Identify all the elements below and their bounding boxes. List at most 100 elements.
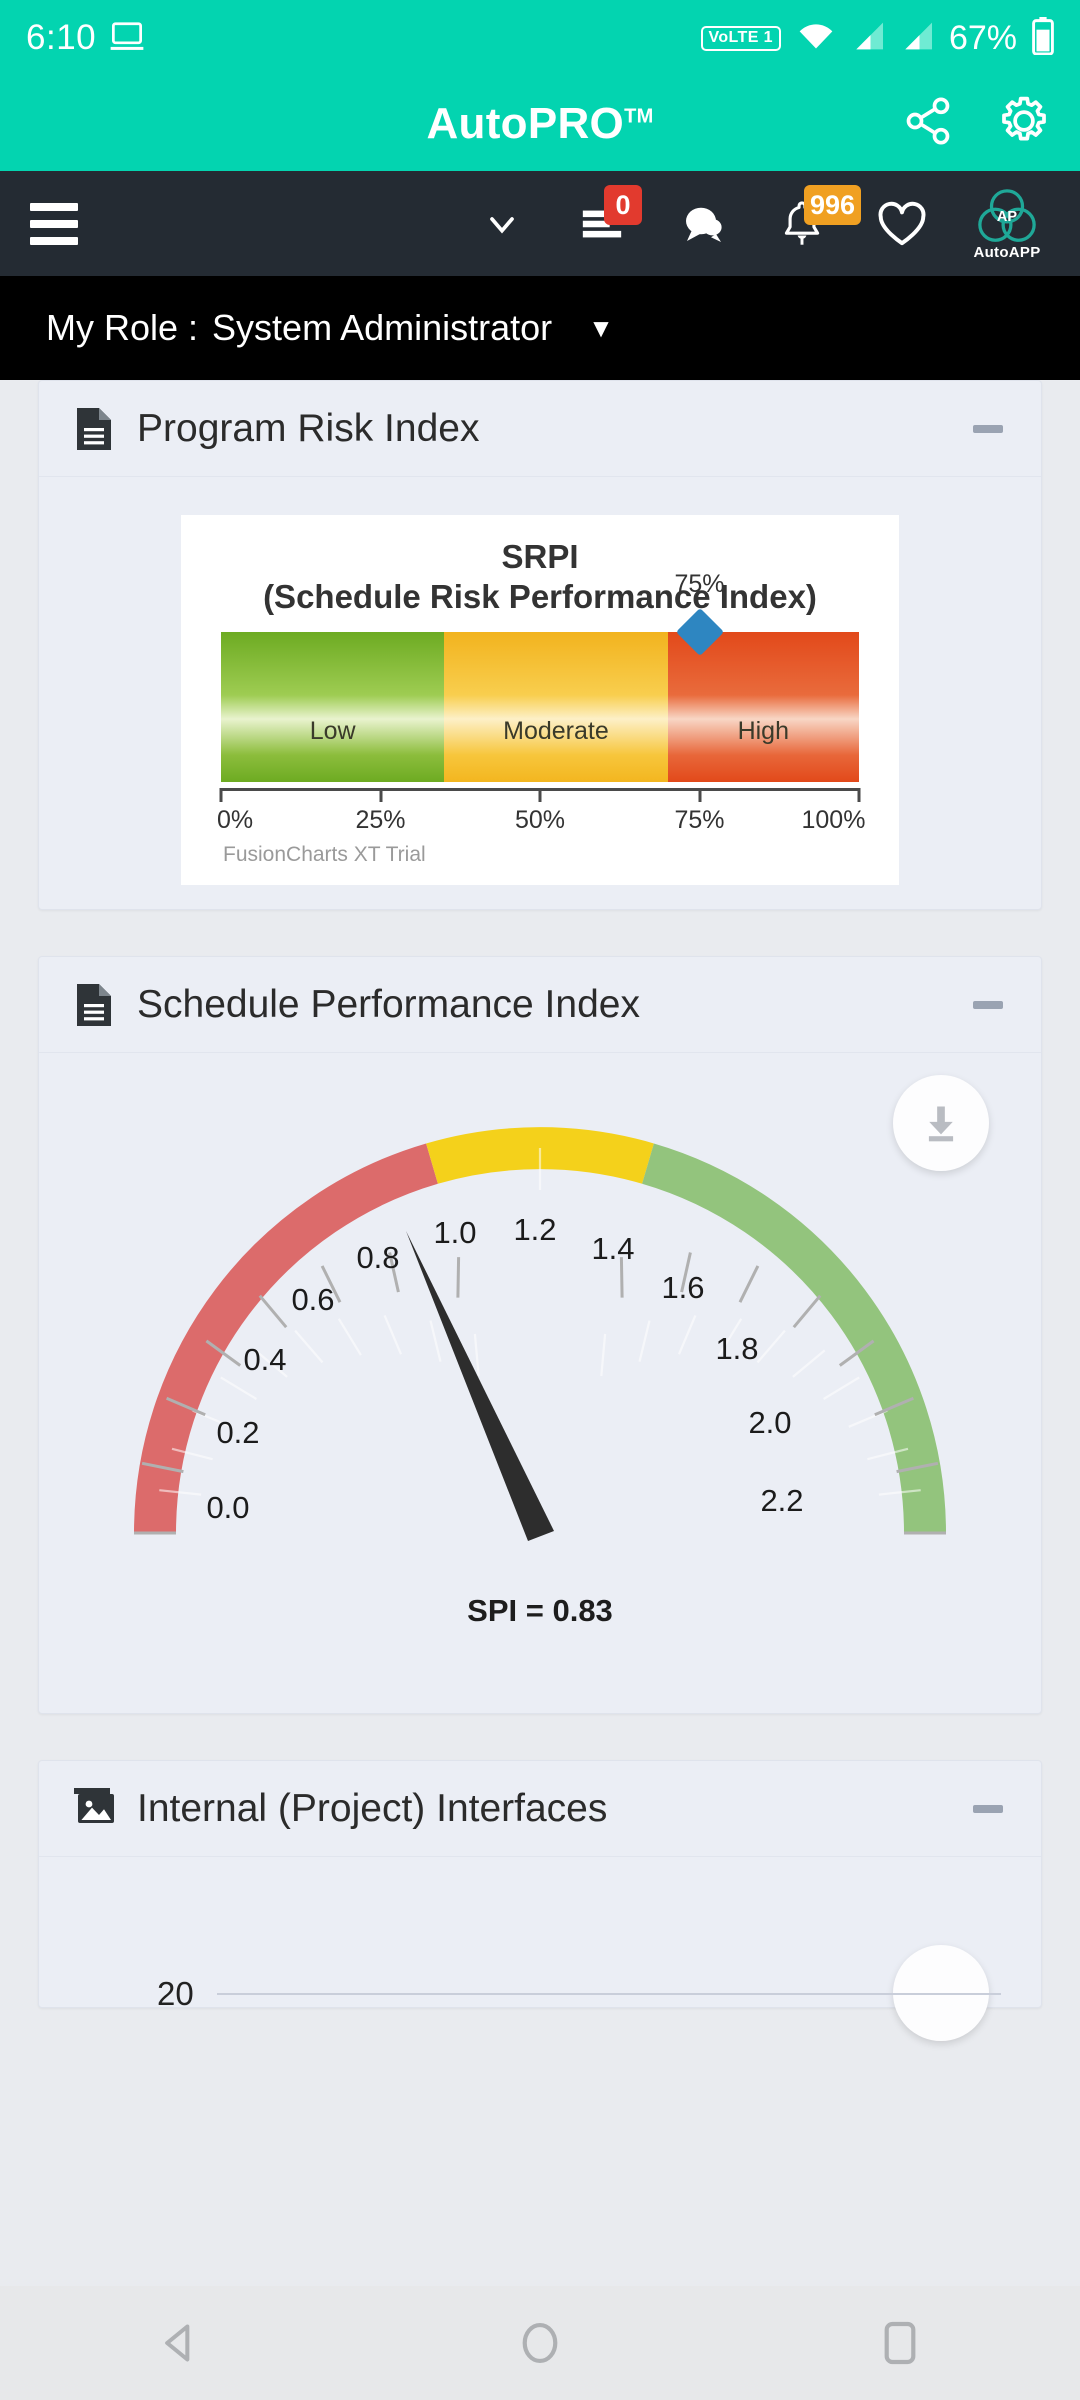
collapse-toggle-button[interactable] (973, 424, 1003, 433)
gauge-needle (406, 1231, 554, 1541)
srpi-axis: 0% 25% 50% 75% 100% (217, 782, 865, 846)
card-body: 20 (39, 1857, 1041, 2041)
image-icon (73, 1786, 115, 1832)
gauge-tick-label: 2.0 (748, 1405, 791, 1440)
srpi-band-area: Low Moderate High 75% (221, 570, 859, 782)
card-body: 0.0 0.2 0.4 0.6 0.8 1.0 1.2 1.4 1.6 1.8 … (39, 1053, 1041, 1713)
srpi-title-line1: SRPI (501, 538, 579, 575)
srpi-band-moderate: Moderate (444, 631, 668, 782)
hamburger-line (30, 202, 78, 211)
srpi-band-high: High (667, 631, 859, 782)
gauge-minor-ticks (159, 1148, 921, 1496)
role-selector[interactable]: My Role : System Administrator ▼ (0, 276, 1080, 380)
srpi-axis-tick (379, 787, 382, 802)
volte-badge: VoLTE 1 (700, 25, 781, 51)
share-icon[interactable] (902, 95, 954, 152)
srpi-band-low: Low (221, 631, 445, 782)
status-bar: 6:10 VoLTE 1 67% (0, 0, 1080, 76)
hamburger-line (30, 236, 78, 245)
srpi-axis-tick (219, 787, 223, 802)
srpi-axis-tick (698, 787, 701, 802)
srpi-axis-label: 50% (514, 805, 566, 834)
role-value: System Administrator (212, 307, 553, 348)
bell-icon[interactable]: 996 (752, 171, 862, 276)
document-icon (73, 982, 115, 1028)
card-header: Program Risk Index (39, 381, 1041, 477)
gauge-bands (134, 1127, 946, 1534)
task-list-icon[interactable]: 0 (552, 171, 652, 276)
signal-bars-icon (900, 21, 934, 56)
back-triangle-icon[interactable] (90, 2286, 270, 2400)
collapse-toggle-button[interactable] (973, 1000, 1003, 1009)
card-internal-project-interfaces: Internal (Project) Interfaces 20 (38, 1760, 1042, 2041)
srpi-chart-container: SRPI (Schedule Risk Performance Index) L… (39, 477, 1041, 885)
svg-text:AP: AP (997, 209, 1017, 225)
dashboard-scroll-area[interactable]: Program Risk Index SRPI (Schedule Risk P… (0, 380, 1080, 2286)
recents-square-icon[interactable] (810, 2286, 990, 2400)
chat-bubble-icon[interactable] (652, 171, 752, 276)
card-title: Schedule Performance Index (137, 982, 640, 1026)
card-program-risk-index: Program Risk Index SRPI (Schedule Risk P… (38, 380, 1042, 910)
gauge-tick-label: 1.8 (715, 1331, 758, 1366)
app-bar: AutoPROTM (0, 76, 1080, 171)
card-header: Schedule Performance Index (39, 957, 1041, 1053)
gauge-tick-label: 0.6 (291, 1282, 334, 1317)
signal-bars-icon (851, 21, 885, 56)
cast-screen-icon (110, 21, 144, 56)
nav-bar: 0 996 AP AutoAPP (0, 171, 1080, 276)
hamburger-line (30, 219, 78, 228)
battery-icon (1032, 16, 1054, 60)
chevron-down-icon[interactable]: ▼ (588, 313, 614, 344)
gear-icon[interactable] (996, 93, 1052, 154)
app-title-trademark: TM (624, 104, 654, 127)
spi-angular-gauge[interactable]: 0.0 0.2 0.4 0.6 0.8 1.0 1.2 1.4 1.6 1.8 … (110, 1063, 970, 1573)
card-schedule-performance-index: Schedule Performance Index 0.0 0.2 0.4 0… (38, 956, 1042, 1714)
gauge-tick-label: 1.6 (661, 1270, 704, 1305)
nav-bar-icons: 0 996 AP AutoAPP (452, 171, 1062, 276)
srpi-axis-label: 0% (216, 805, 254, 834)
chart-axis-label: 20 (157, 1975, 194, 2012)
gauge-tick-label: 1.4 (591, 1231, 634, 1266)
gauge-tick-label: 0.2 (216, 1415, 259, 1450)
gauge-tick-label: 0.0 (206, 1490, 249, 1525)
srpi-title-line2: (Schedule Risk Performance Index) (263, 578, 817, 616)
gauge-tick-label: 1.2 (513, 1212, 556, 1247)
collapse-toggle-button[interactable] (973, 1804, 1003, 1813)
autoapp-logo-label: AutoAPP (973, 244, 1041, 261)
document-icon (73, 406, 115, 452)
card-body: SRPI (Schedule Risk Performance Index) L… (39, 477, 1041, 885)
status-bar-left: 6:10 (26, 18, 144, 58)
status-bar-clock: 6:10 (26, 18, 97, 57)
autoapp-logo-icon[interactable]: AP AutoAPP (952, 171, 1062, 276)
gauge-tick-label: 1.0 (433, 1215, 476, 1250)
status-bar-right: VoLTE 1 67% (700, 16, 1055, 60)
hamburger-menu-icon[interactable] (30, 202, 78, 245)
srpi-axis-label: 25% (355, 805, 406, 834)
gauge-value-label: SPI = 0.83 (467, 1593, 613, 1628)
card-title: Internal (Project) Interfaces (137, 1786, 608, 1830)
srpi-bullet-chart[interactable]: SRPI (Schedule Risk Performance Index) L… (181, 515, 899, 885)
srpi-bands: Low Moderate High (221, 631, 859, 782)
srpi-axis-tick (857, 787, 861, 802)
heart-icon[interactable] (852, 171, 952, 276)
srpi-axis-label: 75% (674, 805, 725, 834)
chevron-down-icon[interactable] (452, 171, 552, 276)
srpi-chart-title: SRPI (Schedule Risk Performance Index) (181, 537, 899, 618)
battery-percent-label: 67% (948, 18, 1017, 57)
app-bar-actions (902, 93, 1052, 154)
chart-watermark: FusionCharts XT Trial (223, 843, 426, 866)
chart-gridline (217, 1993, 1001, 1995)
android-navigation-bar (0, 2286, 1080, 2400)
srpi-axis-tick (538, 787, 542, 802)
phone-screen: 6:10 VoLTE 1 67% AutoPROTM 0 996 AP Auto… (0, 0, 1080, 2400)
role-label: My Role : (46, 307, 199, 348)
gauge-band-red (134, 1143, 438, 1534)
gauge-tick-label: 2.2 (760, 1483, 803, 1518)
home-circle-icon[interactable] (450, 2286, 630, 2400)
gauge-tick-label: 0.4 (243, 1342, 286, 1377)
wifi-icon (796, 21, 836, 56)
srpi-axis-label: 100% (801, 805, 866, 834)
app-title-text: AutoPRO (426, 98, 625, 148)
card-header: Internal (Project) Interfaces (39, 1761, 1041, 1857)
srpi-marker-label: 75% (674, 569, 725, 598)
